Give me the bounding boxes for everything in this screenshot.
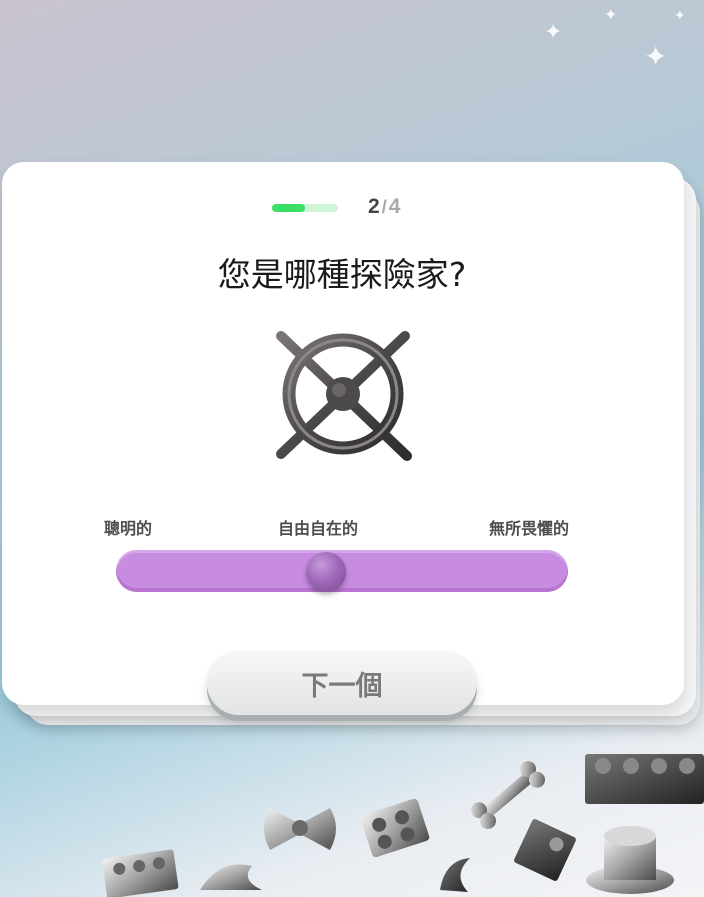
total-questions-number: 4 (388, 195, 401, 218)
progress-fill (272, 204, 305, 212)
counter-separator: / (381, 197, 387, 217)
sparkle-icon: ✦ (644, 40, 668, 73)
current-question-number: 2 (368, 195, 380, 218)
question-counter: 2/4 (368, 195, 400, 219)
next-button[interactable]: 下一個 (207, 651, 477, 715)
sparkle-icon: ✦ (544, 20, 563, 45)
sparkle-icon: ✦ (674, 8, 686, 24)
toy-pieces-decoration (102, 754, 704, 897)
question-title: 您是哪種探險家? (217, 255, 467, 294)
scale-label-middle: 自由自在的 (278, 519, 359, 538)
sparkle-icon: ✦ (604, 5, 618, 24)
ship-wheel-icon (242, 307, 444, 491)
scale-label-right: 無所畏懼的 (489, 519, 570, 538)
scale-label-left: 聰明的 (104, 519, 153, 538)
sparkle-decoration: ✦ ✦ ✦ ✦ (524, 0, 704, 120)
answer-slider-thumb[interactable] (305, 552, 346, 592)
progress-bar (272, 204, 338, 212)
